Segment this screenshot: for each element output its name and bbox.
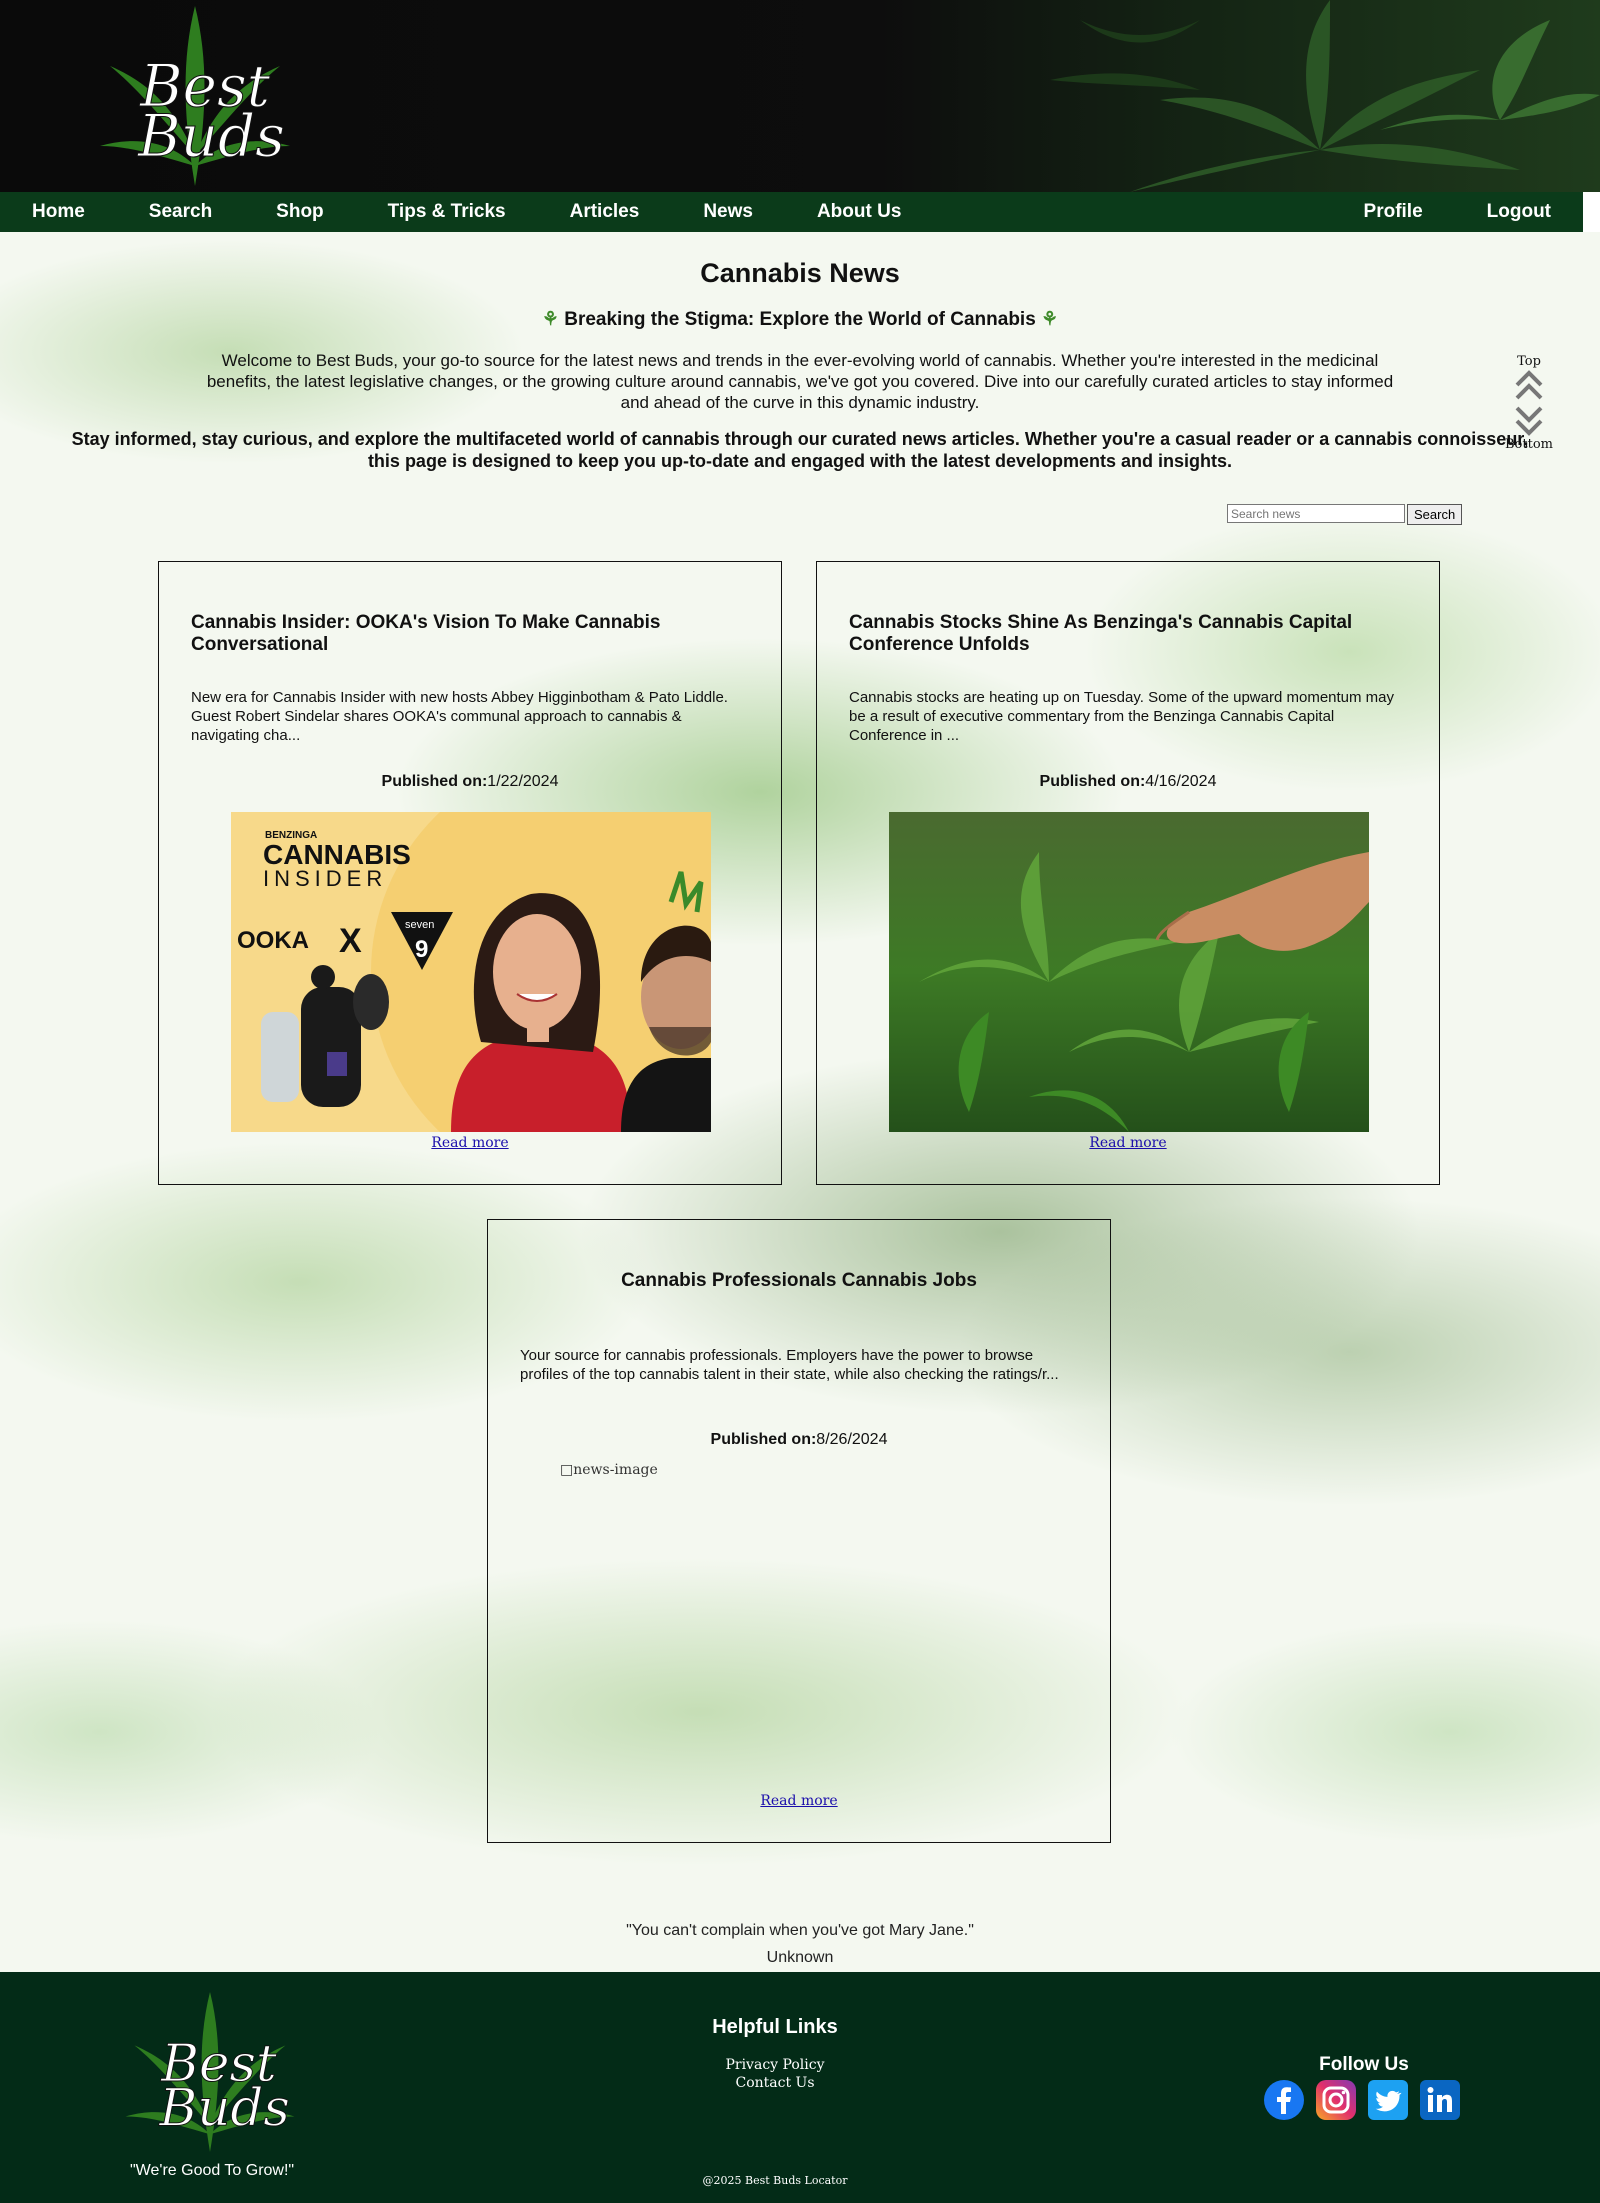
news-card: Cannabis Stocks Shine As Benzinga's Cann… [816, 561, 1440, 1185]
read-more-link[interactable]: Read more [817, 1135, 1439, 1151]
nav-profile[interactable]: Profile [1332, 192, 1455, 232]
promo-badge-num: 9 [415, 936, 428, 963]
quote-text: "You can't complain when you've got Mary… [626, 1922, 974, 1939]
news-card-description: New era for Cannabis Insider with new ho… [191, 689, 728, 744]
scroll-top-label: Top [1517, 354, 1541, 369]
published-date: 1/22/2024 [487, 773, 559, 790]
nav-news[interactable]: News [671, 192, 785, 232]
scroll-bottom-label: Bottom [1505, 437, 1553, 452]
nav-home[interactable]: Home [0, 192, 117, 232]
news-card-date: Published on:1/22/2024 [159, 773, 781, 791]
main-navbar: Home Search Shop Tips & Tricks Articles … [0, 192, 1583, 232]
helpful-links: Privacy Policy Contact Us [700, 2056, 850, 2092]
privacy-policy-link[interactable]: Privacy Policy [700, 2056, 850, 2074]
facebook-icon[interactable] [1264, 2080, 1304, 2120]
subtitle-text: Breaking the Stigma: Explore the World o… [564, 309, 1036, 330]
news-card-title: Cannabis Professionals Cannabis Jobs [621, 1270, 977, 1291]
published-date: 4/16/2024 [1145, 773, 1217, 790]
promo-partner: OOKA [237, 927, 309, 954]
instagram-icon[interactable] [1316, 2080, 1356, 2120]
promo-badge-top: seven [405, 919, 434, 931]
site-header: Best Buds [0, 0, 1600, 192]
nav-logout[interactable]: Logout [1455, 192, 1583, 232]
helpful-links-title: Helpful Links [712, 2016, 838, 2038]
news-search: Search [1227, 504, 1463, 525]
news-card-description: Cannabis stocks are heating up on Tuesda… [849, 689, 1395, 744]
broken-news-image: □news-image [560, 1462, 658, 1478]
broken-image-icon: □ [560, 1462, 574, 1478]
read-more-link[interactable]: Read more [159, 1135, 781, 1151]
nav-tips-tricks[interactable]: Tips & Tricks [356, 192, 538, 232]
news-card-title: Cannabis Insider: OOKA's Vision To Make … [191, 612, 661, 655]
linkedin-icon[interactable] [1420, 2080, 1460, 2120]
news-card: Cannabis Insider: OOKA's Vision To Make … [158, 561, 782, 1185]
logo-text-buds: Buds [137, 102, 285, 170]
news-card-date: Published on:8/26/2024 [488, 1431, 1110, 1449]
social-links [1264, 2080, 1460, 2120]
news-image [889, 812, 1369, 1132]
news-card-title: Cannabis Stocks Shine As Benzinga's Cann… [849, 612, 1353, 655]
nav-articles[interactable]: Articles [538, 192, 672, 232]
published-label: Published on: [1039, 773, 1146, 790]
news-card-date: Published on:4/16/2024 [817, 773, 1439, 791]
published-label: Published on: [381, 773, 488, 790]
nav-about-us[interactable]: About Us [785, 192, 933, 232]
page-subtitle: ⚘ Breaking the Stigma: Explore the World… [0, 308, 1600, 331]
footer-logo: Best Buds [125, 1992, 295, 2152]
intro-paragraph: Welcome to Best Buds, your go-to source … [206, 351, 1394, 412]
published-label: Published on: [710, 1431, 817, 1448]
leaf-icon: ⚘ [541, 309, 559, 330]
footer-logo-text-buds: Buds [158, 2078, 290, 2138]
best-buds-logo: Best Buds [100, 6, 290, 186]
site-footer: Best Buds "We're Good To Grow!" Helpful … [0, 1972, 1600, 2203]
quote-author: Unknown [766, 1949, 834, 1966]
footer-tagline: "We're Good To Grow!" [130, 2162, 295, 2179]
search-button[interactable]: Search [1407, 504, 1463, 525]
news-card: Cannabis Professionals Cannabis Jobs You… [487, 1219, 1111, 1843]
cannabis-leaf-banner [1050, 0, 1600, 192]
chevron-down-icon[interactable] [1514, 403, 1544, 437]
chevron-up-icon[interactable] [1514, 369, 1544, 403]
follow-us-title: Follow Us [1319, 2054, 1409, 2075]
nav-search[interactable]: Search [117, 192, 244, 232]
copyright: @2025 Best Buds Locator [702, 2174, 848, 2187]
news-card-description: Your source for cannabis professionals. … [520, 1347, 1059, 1383]
promo-cross: X [339, 922, 362, 960]
intro-bold-paragraph: Stay informed, stay curious, and explore… [71, 429, 1529, 471]
news-image: BENZINGA CANNABIS INSIDER OOKA X seven 9 [231, 812, 711, 1132]
contact-us-link[interactable]: Contact Us [700, 2074, 850, 2092]
twitter-icon[interactable] [1368, 2080, 1408, 2120]
scroll-nav: Top Bottom [1500, 354, 1558, 452]
search-input[interactable] [1227, 504, 1405, 523]
image-alt-text: news-image [573, 1462, 658, 1478]
nav-shop[interactable]: Shop [244, 192, 356, 232]
page-title: Cannabis News [700, 258, 900, 288]
published-date: 8/26/2024 [816, 1431, 888, 1448]
leaf-icon: ⚘ [1041, 309, 1059, 330]
read-more-link[interactable]: Read more [488, 1793, 1110, 1809]
promo-subtitle: INSIDER [263, 866, 387, 891]
